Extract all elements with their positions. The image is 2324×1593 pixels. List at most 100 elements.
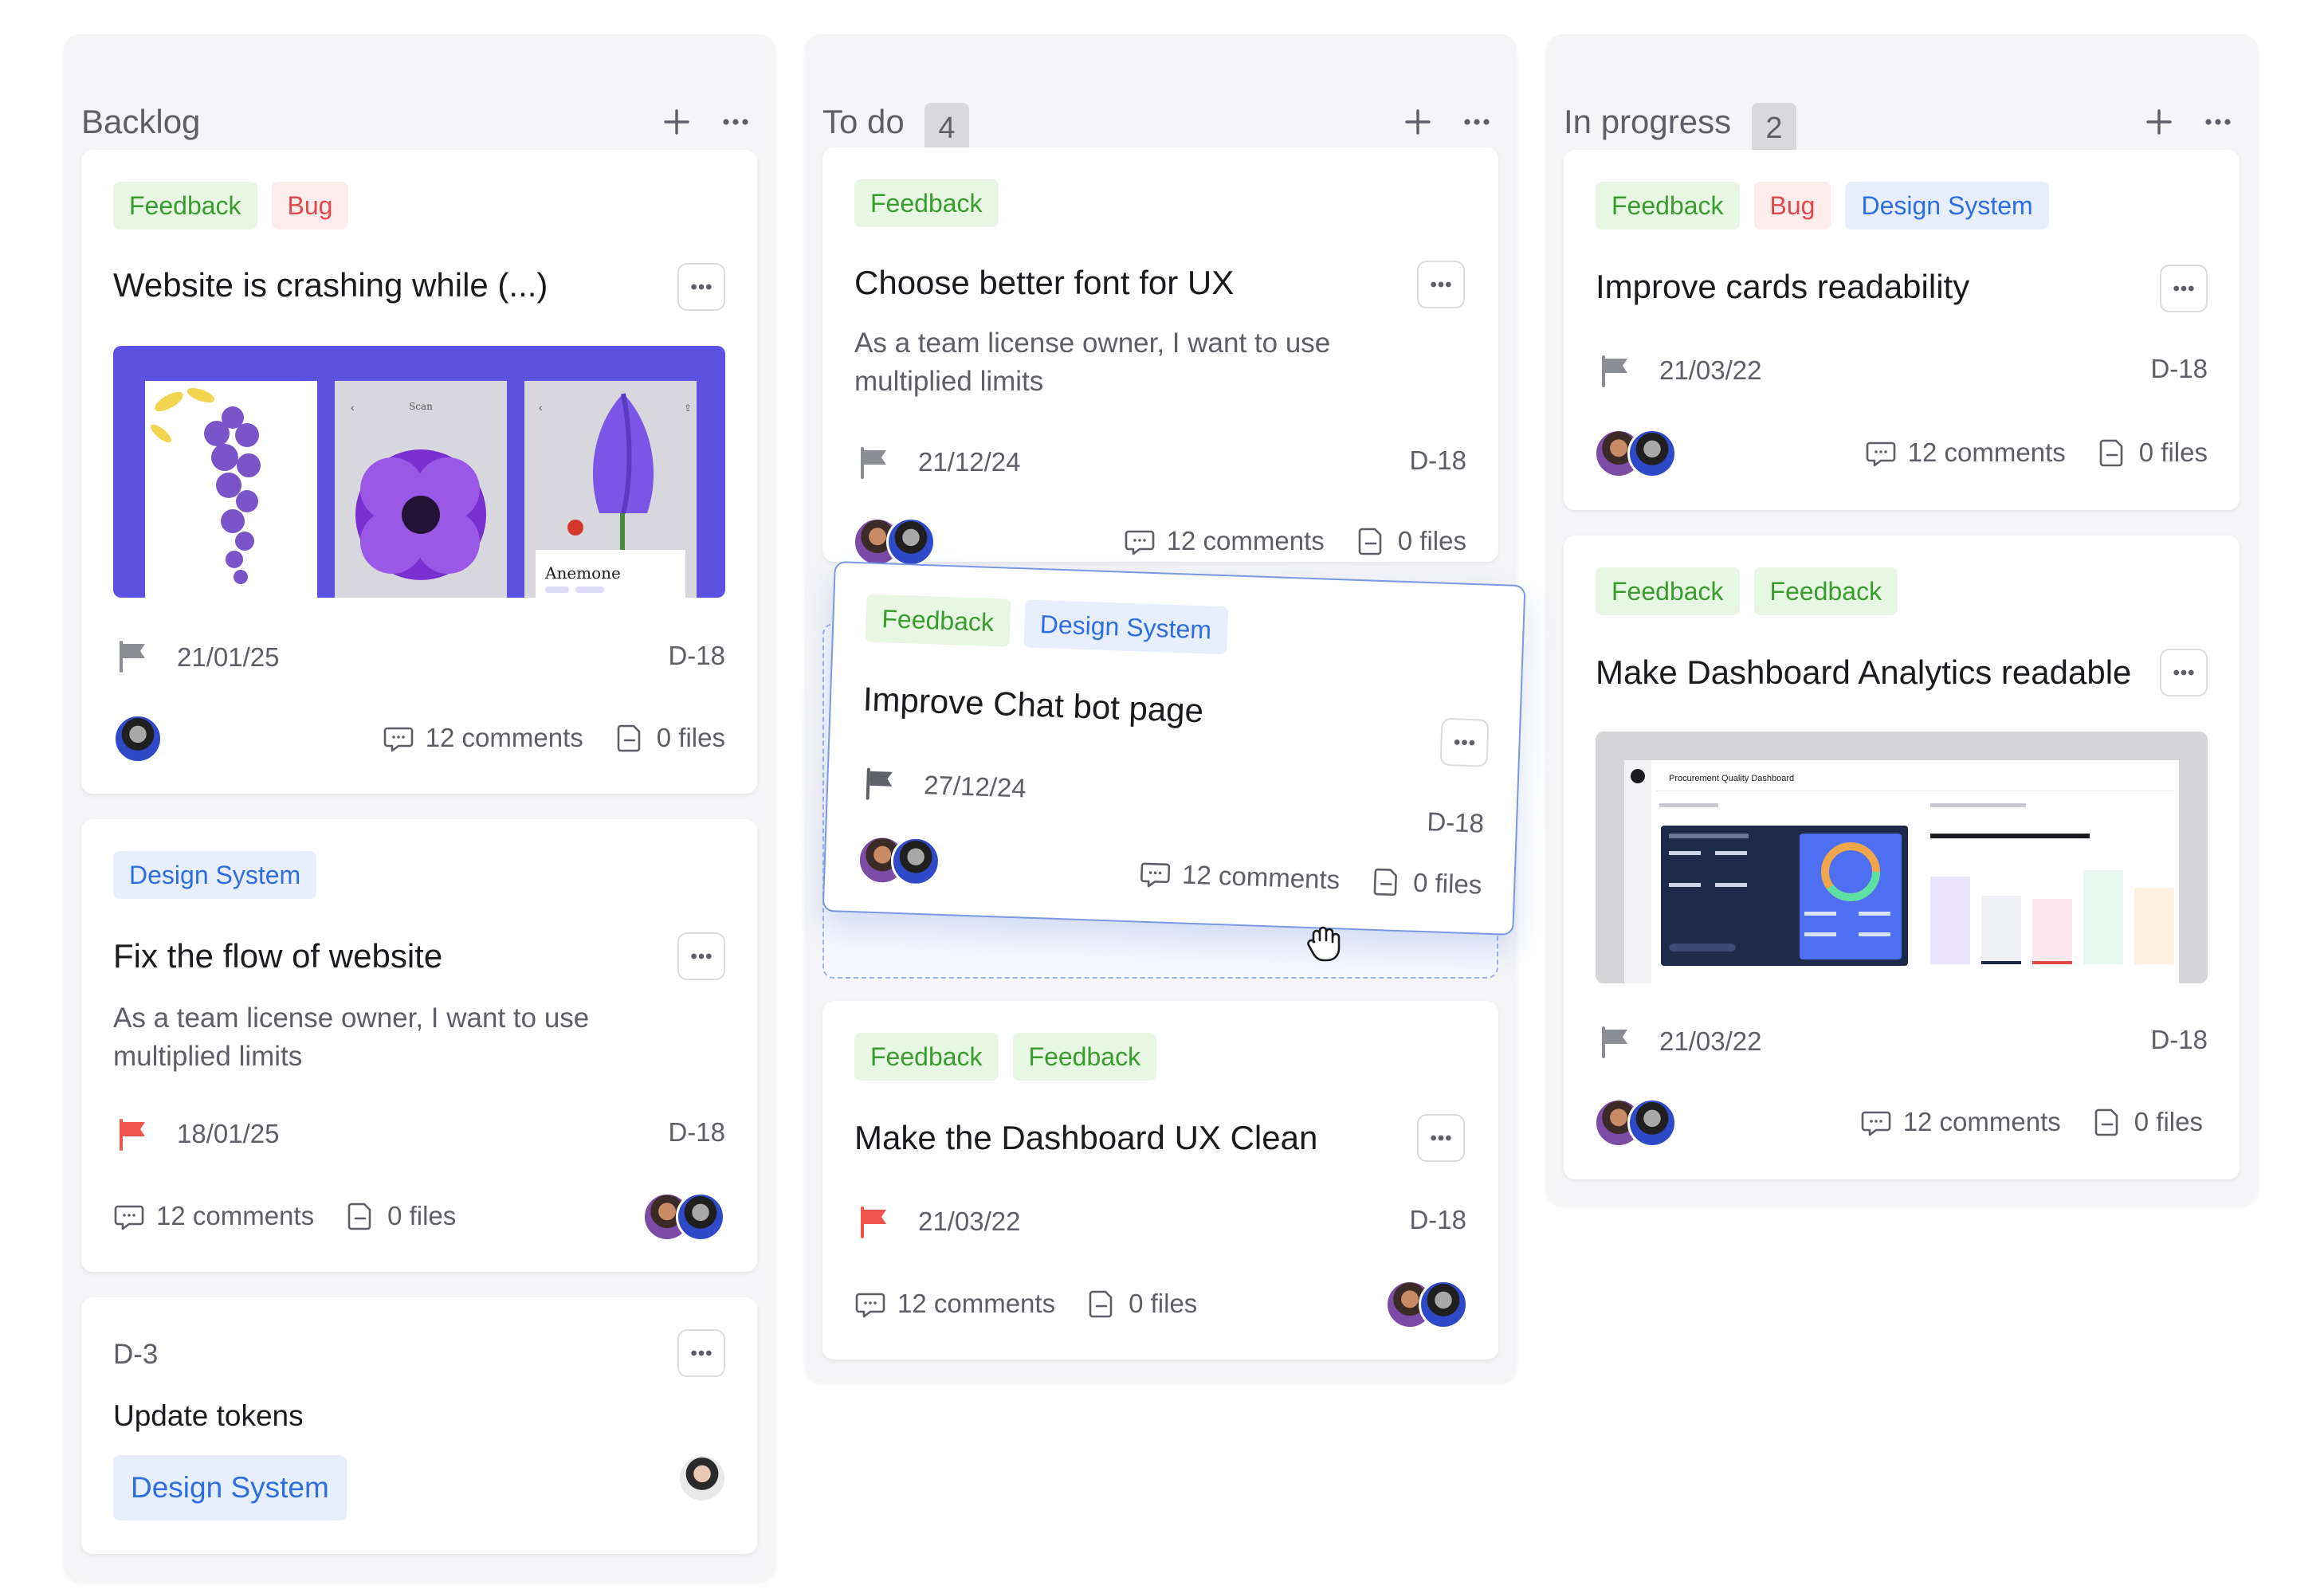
column-more-icon[interactable] [2200, 106, 2236, 138]
tag-design-system[interactable]: Design System [1023, 599, 1229, 655]
tag-bug[interactable]: Bug [1753, 182, 1831, 230]
assignee-avatars[interactable] [856, 834, 941, 887]
card-tags: Feedback Feedback [854, 1033, 1157, 1081]
card-id: D-18 [2150, 1025, 2208, 1054]
comment-count[interactable]: 12 comments [897, 1289, 1055, 1319]
file-count[interactable]: 0 files [387, 1201, 456, 1231]
task-card[interactable]: Feedback Feedback Make Dashboard Analyti… [1564, 536, 2240, 1179]
file-icon [2091, 1106, 2123, 1138]
task-card[interactable]: Feedback Choose better font for UX As a … [822, 147, 1498, 567]
grab-cursor-icon [1307, 926, 1341, 962]
column-count-badge: 2 [1752, 103, 1796, 154]
comment-icon [383, 722, 414, 754]
card-more-button[interactable] [2160, 265, 2208, 312]
avatar[interactable] [113, 714, 163, 763]
file-count[interactable]: 0 files [657, 723, 725, 753]
card-more-button[interactable] [1439, 717, 1490, 767]
tag-feedback[interactable]: Feedback [865, 594, 1011, 647]
task-card[interactable]: Feedback Bug Design System Improve cards… [1564, 150, 2240, 510]
tag-feedback[interactable]: Feedback [854, 1033, 999, 1081]
avatar[interactable] [1419, 1280, 1468, 1329]
card-tags: Feedback Feedback [1596, 567, 1898, 615]
comment-count[interactable]: 12 comments [156, 1201, 314, 1231]
comment-icon [1865, 437, 1897, 469]
card-id: D-18 [1409, 445, 1466, 475]
tag-feedback[interactable]: Feedback [113, 182, 257, 230]
assignee-avatars[interactable] [642, 1192, 725, 1242]
card-more-button[interactable] [1417, 1114, 1465, 1162]
add-card-icon[interactable] [1402, 106, 1434, 138]
flag-icon[interactable] [1599, 354, 1632, 387]
comment-count[interactable]: 12 comments [1908, 437, 2066, 468]
flag-icon[interactable] [1599, 1025, 1632, 1058]
file-icon [614, 722, 646, 754]
tag-feedback[interactable]: Feedback [1012, 1033, 1157, 1081]
add-card-icon[interactable] [2143, 106, 2175, 138]
card-more-button[interactable] [1417, 261, 1465, 308]
more-icon [2161, 650, 2206, 695]
avatar[interactable] [886, 517, 936, 567]
add-card-icon[interactable] [661, 106, 693, 138]
comment-count[interactable]: 12 comments [1167, 526, 1325, 556]
card-more-button[interactable] [2160, 649, 2208, 696]
task-card[interactable]: Feedback Bug Website is crashing while (… [81, 150, 757, 794]
card-meta: 12 comments 0 files [383, 722, 725, 754]
task-card[interactable]: Feedback Feedback Make the Dashboard UX … [822, 1001, 1498, 1360]
card-more-button[interactable] [677, 1329, 725, 1377]
tag-bug[interactable]: Bug [271, 182, 349, 230]
comment-count[interactable]: 12 comments [1182, 859, 1341, 895]
flag-icon[interactable] [116, 1117, 150, 1151]
flag-icon[interactable] [116, 639, 150, 673]
avatar[interactable] [1627, 1098, 1677, 1148]
comment-count[interactable]: 12 comments [426, 723, 583, 753]
card-more-button[interactable] [677, 932, 725, 980]
task-card[interactable]: Design System Fix the flow of website As… [81, 819, 757, 1272]
file-count[interactable]: 0 files [2134, 1107, 2203, 1137]
avatar[interactable] [1627, 429, 1677, 478]
card-meta: 12 comments 0 files [1124, 525, 1466, 557]
assignee-avatars[interactable] [1594, 429, 1677, 478]
assignee-avatars[interactable] [677, 1454, 727, 1503]
task-card[interactable]: D-3 Update tokens Design System [81, 1297, 757, 1554]
assignee-avatars[interactable] [113, 714, 163, 763]
tag-feedback[interactable]: Feedback [1596, 567, 1740, 615]
avatar[interactable] [676, 1192, 725, 1242]
file-count[interactable]: 0 files [2139, 437, 2208, 468]
dragged-task-card[interactable]: Feedback Design System Improve Chat bot … [822, 561, 1526, 936]
card-tags: Feedback Bug [113, 182, 349, 230]
column-title: Backlog [81, 103, 201, 140]
tag-design-system[interactable]: Design System [113, 1455, 347, 1520]
column-count-badge: 4 [924, 103, 969, 154]
avatar[interactable] [677, 1454, 727, 1503]
column-more-icon[interactable] [1459, 106, 1494, 138]
assignee-avatars[interactable] [853, 517, 936, 567]
assignee-avatars[interactable] [1594, 1098, 1677, 1148]
file-icon [1355, 525, 1387, 557]
column-more-icon[interactable] [718, 106, 753, 138]
card-meta: 12 comments 0 files [854, 1288, 1197, 1320]
file-count[interactable]: 0 files [1129, 1289, 1197, 1319]
tag-feedback[interactable]: Feedback [854, 179, 999, 227]
card-tags: Design System [113, 851, 317, 899]
flag-icon[interactable] [863, 766, 897, 800]
comment-count[interactable]: 12 comments [1903, 1107, 2061, 1137]
file-count[interactable]: 0 files [1412, 868, 1482, 900]
tag-design-system[interactable]: Design System [1845, 182, 2049, 230]
flag-icon[interactable] [858, 445, 891, 479]
file-count[interactable]: 0 files [1398, 526, 1466, 556]
tag-feedback[interactable]: Feedback [1596, 182, 1740, 230]
assignee-avatars[interactable] [1385, 1280, 1468, 1329]
more-icon [2161, 266, 2206, 311]
tag-design-system[interactable]: Design System [113, 851, 317, 899]
card-title: Improve cards readability [1596, 268, 1970, 305]
column-title: In progress [1564, 103, 1732, 140]
card-title: Make the Dashboard UX Clean [854, 1119, 1318, 1156]
card-more-button[interactable] [677, 263, 725, 311]
column-title: To do [822, 103, 905, 140]
card-id: D-18 [668, 641, 725, 670]
more-icon [1442, 720, 1488, 766]
card-tags: Design System [113, 1455, 347, 1520]
card-description: As a team license owner, I want to use m… [113, 1002, 590, 1072]
tag-feedback[interactable]: Feedback [1753, 567, 1898, 615]
flag-icon[interactable] [858, 1205, 891, 1238]
